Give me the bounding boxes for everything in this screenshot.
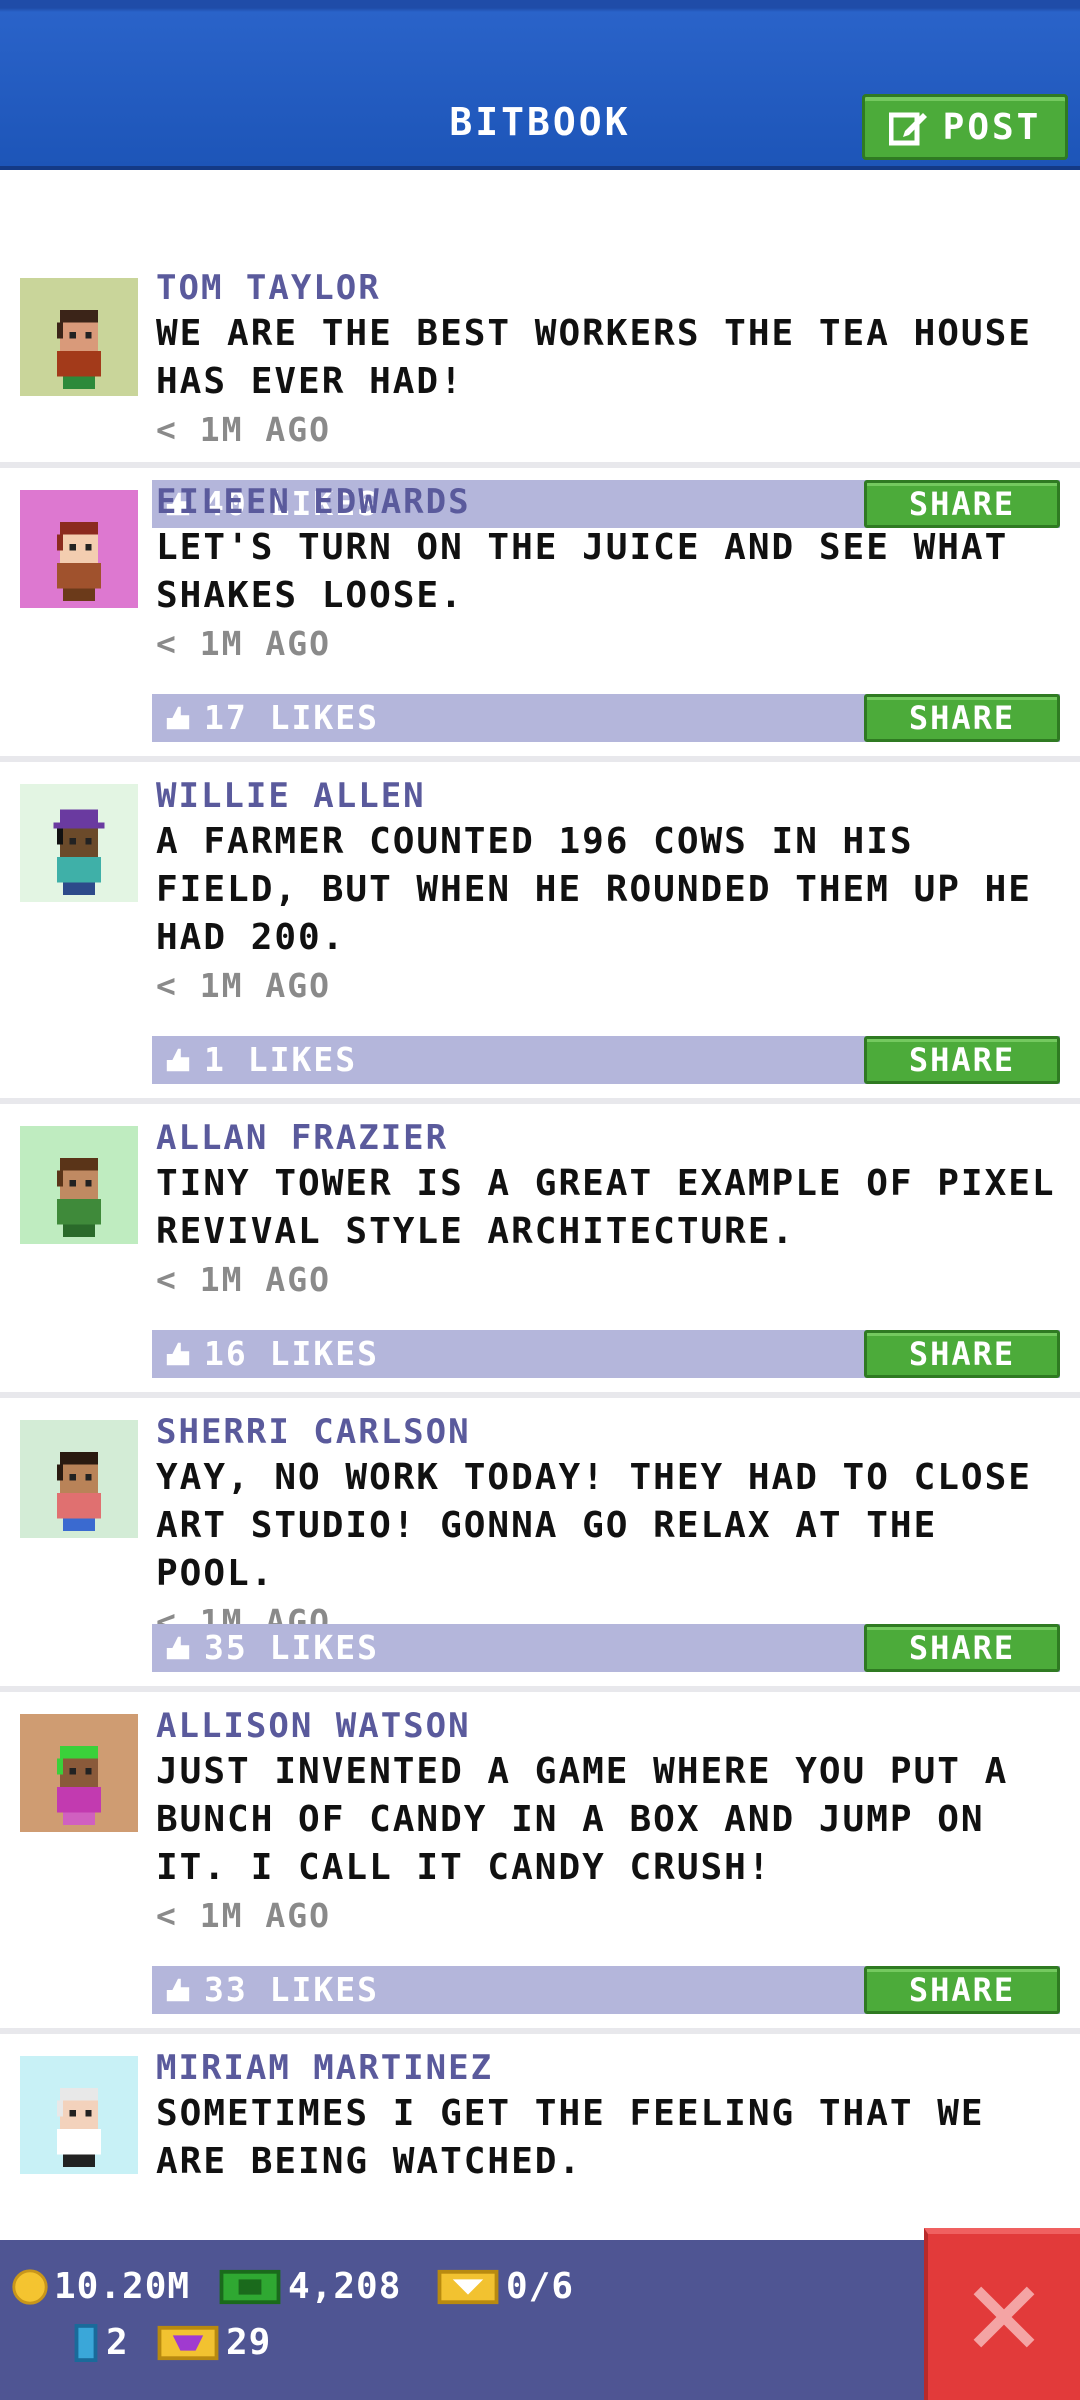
post-feed[interactable]: TOM TAYLOR WE ARE THE BEST WORKERS THE T… (0, 174, 1080, 2238)
coin-icon (12, 2268, 48, 2305)
keys-value: 2 (106, 2322, 129, 2363)
keys-stat: 2 (72, 2322, 129, 2363)
post-item: TOM TAYLOR WE ARE THE BEST WORKERS THE T… (0, 174, 1080, 528)
coins-value: 10.20M (54, 2266, 191, 2307)
post-message: SOMETIMES I GET THE FEELING THAT WE ARE … (156, 2093, 985, 2182)
post-time: < 1M AGO (156, 1260, 331, 1299)
post-message: JUST INVENTED A GAME WHERE YOU PUT A BUN… (156, 1751, 1009, 1888)
likes-count: 33 LIKES (204, 1970, 379, 2009)
person-avatar-icon (53, 809, 105, 896)
person-avatar-icon (56, 1746, 102, 1826)
gems-value: 29 (226, 2322, 272, 2363)
avatar (20, 1714, 138, 1832)
close-icon (973, 2286, 1035, 2348)
post-item: SHERRI CARLSON YAY, NO WORK TODAY! THEY … (0, 1398, 1080, 1692)
like-icon[interactable] (164, 1340, 192, 1368)
post-message: TINY TOWER IS A GREAT EXAMPLE OF PIXEL R… (156, 1163, 1056, 1252)
likes-count: 35 LIKES (204, 1628, 379, 1667)
gems-stat: 29 (156, 2322, 271, 2363)
likes-count: 16 LIKES (204, 1334, 379, 1373)
poster-name[interactable]: ALLAN FRAZIER (156, 1116, 1060, 1160)
person-avatar-icon (56, 1452, 102, 1532)
post-message: LET'S TURN ON THE JUICE AND SEE WHAT SHA… (156, 527, 1009, 616)
like-icon[interactable] (164, 1046, 192, 1074)
post-button-label: POST (942, 106, 1042, 148)
coins-stat: 10.20M (12, 2266, 190, 2307)
likes-bar: 1 LIKES SHARE (152, 1036, 1060, 1084)
likes-count: 17 LIKES (204, 698, 379, 737)
likes-bar: 33 LIKES SHARE (152, 1966, 1060, 2014)
share-button[interactable]: SHARE (864, 694, 1060, 742)
person-avatar-icon (56, 1158, 102, 1238)
edit-icon (888, 112, 927, 146)
post-time: < 1M AGO (156, 624, 331, 663)
tickets-value: 0/6 (506, 2266, 575, 2307)
avatar (20, 2056, 138, 2174)
avatar (20, 278, 138, 396)
poster-name[interactable]: WILLIE ALLEN (156, 774, 1060, 818)
resource-bar: 10.20M 4,208 0/6 2 29 (0, 2240, 1080, 2400)
post-time: < 1M AGO (156, 1896, 331, 1935)
likes-bar: 35 LIKES SHARE (152, 1624, 1060, 1672)
post-item: MIRIAM MARTINEZ SOMETIMES I GET THE FEEL… (0, 2034, 1080, 2234)
bux-value: 4,208 (288, 2266, 402, 2307)
gem-icon (157, 2325, 219, 2360)
like-icon[interactable] (164, 704, 192, 732)
post-item: EILEEN EDWARDS LET'S TURN ON THE JUICE A… (0, 468, 1080, 762)
avatar (20, 490, 138, 608)
poster-name[interactable]: EILEEN EDWARDS (156, 480, 1060, 524)
share-button[interactable]: SHARE (864, 1330, 1060, 1378)
post-message: WE ARE THE BEST WORKERS THE TEA HOUSE HA… (156, 313, 1032, 402)
post-message: YAY, NO WORK TODAY! THEY HAD TO CLOSE AR… (156, 1457, 1032, 1594)
post-button[interactable]: POST (862, 94, 1068, 160)
post-message: A FARMER COUNTED 196 COWS IN HIS FIELD, … (156, 821, 1032, 958)
close-button[interactable] (924, 2228, 1080, 2400)
person-avatar-icon (56, 2088, 102, 2168)
avatar (20, 1126, 138, 1244)
bux-icon (219, 2269, 281, 2304)
tickets-stat: 0/6 (436, 2266, 574, 2307)
key-icon (74, 2323, 98, 2362)
like-icon[interactable] (164, 1976, 192, 2004)
post-item: ALLISON WATSON JUST INVENTED A GAME WHER… (0, 1692, 1080, 2034)
bux-stat: 4,208 (218, 2266, 401, 2307)
avatar (20, 1420, 138, 1538)
share-button[interactable]: SHARE (864, 1624, 1060, 1672)
likes-bar: 16 LIKES SHARE (152, 1330, 1060, 1378)
share-button[interactable]: SHARE (864, 1036, 1060, 1084)
avatar (20, 784, 138, 902)
ticket-icon (437, 2269, 499, 2304)
likes-bar: 17 LIKES SHARE (152, 694, 1060, 742)
poster-name[interactable]: TOM TAYLOR (156, 266, 1060, 310)
like-icon[interactable] (164, 1634, 192, 1662)
share-button[interactable]: SHARE (864, 1966, 1060, 2014)
post-time: < 1M AGO (156, 966, 331, 1005)
post-item: ALLAN FRAZIER TINY TOWER IS A GREAT EXAM… (0, 1104, 1080, 1398)
poster-name[interactable]: MIRIAM MARTINEZ (156, 2046, 1060, 2090)
post-time: < 1M AGO (156, 410, 331, 449)
likes-count: 1 LIKES (204, 1040, 358, 1079)
poster-name[interactable]: ALLISON WATSON (156, 1704, 1060, 1748)
app-header: BITBOOK POST (0, 0, 1080, 170)
person-avatar-icon (56, 310, 102, 390)
poster-name[interactable]: SHERRI CARLSON (156, 1410, 1060, 1454)
person-avatar-icon (56, 522, 102, 602)
post-item: WILLIE ALLEN A FARMER COUNTED 196 COWS I… (0, 762, 1080, 1104)
